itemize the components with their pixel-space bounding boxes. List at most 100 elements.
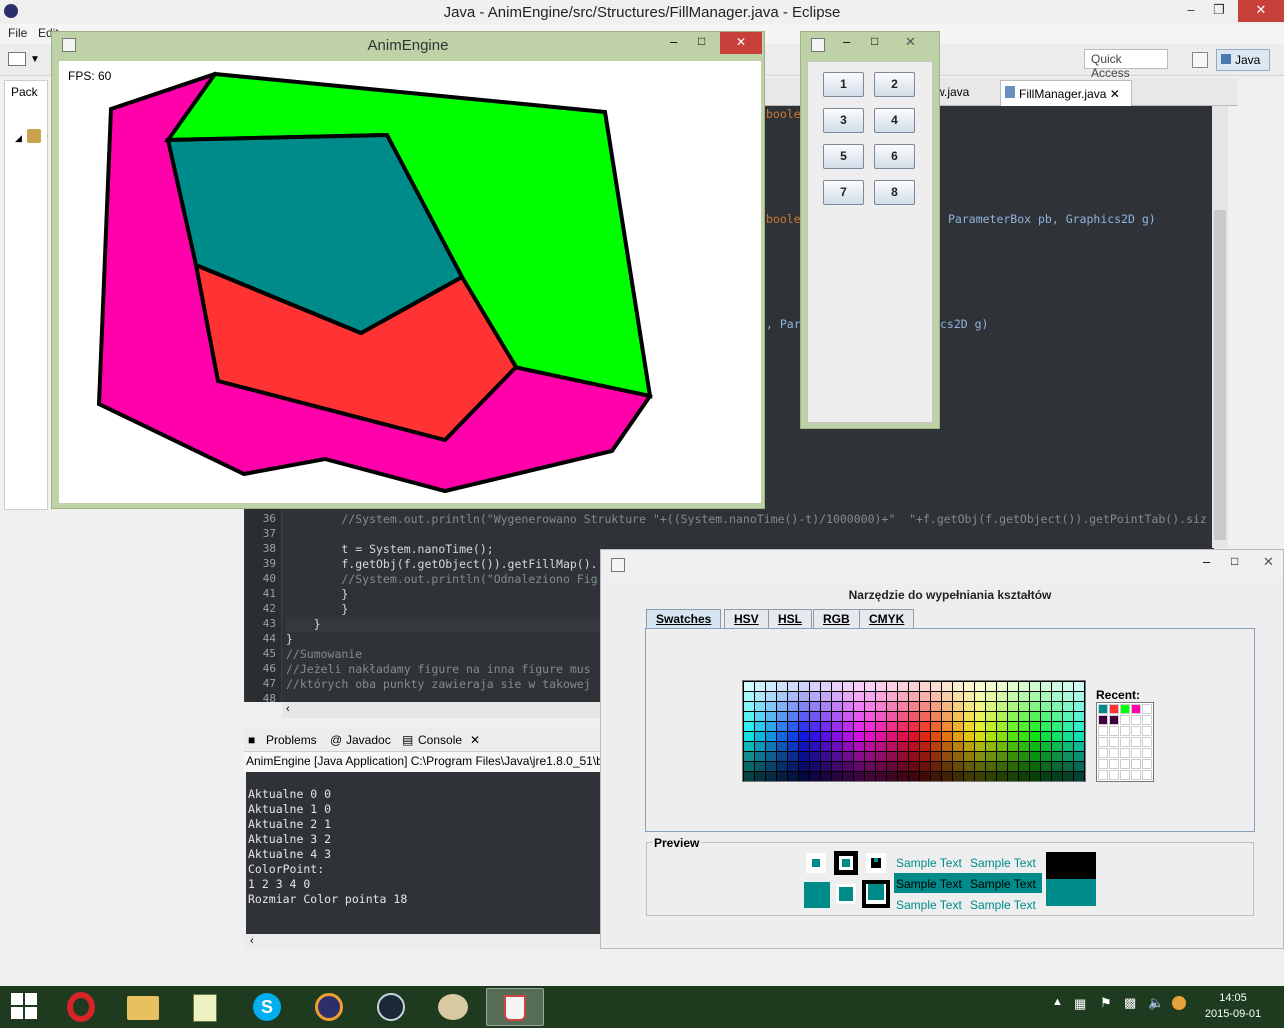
animation-canvas[interactable] [59,61,761,503]
swatch-cell[interactable] [1019,712,1029,721]
swatch-cell[interactable] [788,722,798,731]
maximize-button[interactable]: ❐ [1204,0,1234,22]
swatch-cell[interactable] [997,682,1007,691]
swatch-cell[interactable] [975,732,985,741]
swatch-cell[interactable] [997,732,1007,741]
swatch-cell[interactable] [744,772,754,781]
editor-tab-fillmanager[interactable]: FillManager.java ✕ [1000,80,1132,106]
swatch-cell[interactable] [898,732,908,741]
swatch-cell[interactable] [1008,772,1018,781]
swatch-cell[interactable] [1019,702,1029,711]
swatch-cell[interactable] [1063,722,1073,731]
swatch-cell[interactable] [1063,772,1073,781]
swatch-cell[interactable] [898,742,908,751]
swatch-cell[interactable] [1008,742,1018,751]
swatch-cell[interactable] [810,772,820,781]
swatch-cell[interactable] [1052,712,1062,721]
swatch-cell[interactable] [843,702,853,711]
swatch-cell[interactable] [931,752,941,761]
eclipse-taskbar-button[interactable] [300,988,358,1026]
recent-swatch-cell[interactable] [1131,737,1141,747]
swatch-cell[interactable] [1008,752,1018,761]
swatch-cell[interactable] [788,762,798,771]
swatch-cell[interactable] [777,702,787,711]
swatch-cell[interactable] [986,692,996,701]
swatch-cell[interactable] [766,712,776,721]
swatch-cell[interactable] [766,722,776,731]
swatch-cell[interactable] [1074,762,1084,771]
swatch-cell[interactable] [788,752,798,761]
recent-swatch-cell[interactable] [1131,704,1141,714]
recent-swatch-cell[interactable] [1142,737,1152,747]
swatch-cell[interactable] [997,752,1007,761]
swatch-cell[interactable] [1008,692,1018,701]
swatch-cell[interactable] [997,772,1007,781]
swatch-cell[interactable] [898,702,908,711]
swatch-cell[interactable] [898,712,908,721]
swatch-cell[interactable] [1030,712,1040,721]
swatch-cell[interactable] [931,682,941,691]
swatch-cell[interactable] [975,742,985,751]
swatch-cell[interactable] [799,692,809,701]
swatch-cell[interactable] [975,702,985,711]
tab-hsl[interactable]: HSL [768,609,812,629]
swatch-cell[interactable] [1041,682,1051,691]
swatch-cell[interactable] [1074,682,1084,691]
recent-swatch-cell[interactable] [1098,759,1108,769]
swatch-cell[interactable] [854,762,864,771]
recent-swatch-cell[interactable] [1098,748,1108,758]
swatch-cell[interactable] [1074,692,1084,701]
swatch-cell[interactable] [744,702,754,711]
swatch-cell[interactable] [887,762,897,771]
swatch-cell[interactable] [766,772,776,781]
recent-swatch-cell[interactable] [1131,770,1141,780]
swatch-cell[interactable] [744,722,754,731]
swatch-cell[interactable] [810,702,820,711]
swatch-cell[interactable] [909,742,919,751]
swatch-cell[interactable] [832,702,842,711]
swatch-cell[interactable] [777,742,787,751]
swatch-cell[interactable] [788,702,798,711]
swatch-cell[interactable] [898,722,908,731]
swatch-cell[interactable] [1008,732,1018,741]
swatch-cell[interactable] [964,712,974,721]
swatch-cell[interactable] [1074,742,1084,751]
new-icon[interactable] [8,52,26,66]
maximize-button[interactable]: □ [871,34,878,48]
swatch-cell[interactable] [788,692,798,701]
swatch-cell[interactable] [832,772,842,781]
swatch-cell[interactable] [898,692,908,701]
swatch-cell[interactable] [1030,682,1040,691]
swatch-cell[interactable] [810,682,820,691]
menu-file[interactable]: File [8,26,27,40]
swatch-cell[interactable] [799,682,809,691]
tab-problems[interactable]: Problems [266,733,317,747]
swatch-cell[interactable] [975,722,985,731]
swatch-cell[interactable] [964,762,974,771]
swatch-cell[interactable] [843,712,853,721]
swatch-cell[interactable] [865,752,875,761]
swatch-cell[interactable] [931,692,941,701]
clock[interactable]: 14:05 2015-09-01 [1198,990,1268,1022]
swatch-cell[interactable] [1041,772,1051,781]
swatch-cell[interactable] [942,722,952,731]
editor-scroll-thumb[interactable] [1214,210,1226,540]
swatch-cell[interactable] [777,682,787,691]
swatch-cell[interactable] [1052,702,1062,711]
swatch-cell[interactable] [1030,752,1040,761]
swatch-cell[interactable] [953,772,963,781]
swatch-cell[interactable] [920,712,930,721]
close-console-icon[interactable]: ✕ [470,733,480,747]
swatch-cell[interactable] [854,682,864,691]
swatch-cell[interactable] [1008,762,1018,771]
swatch-cell[interactable] [909,712,919,721]
swatch-cell[interactable] [843,772,853,781]
swatch-cell[interactable] [1030,742,1040,751]
swatch-cell[interactable] [887,712,897,721]
button-6[interactable]: 6 [874,144,915,169]
swatch-cell[interactable] [777,752,787,761]
swatch-cell[interactable] [1030,692,1040,701]
swatch-cell[interactable] [920,682,930,691]
swatch-cell[interactable] [1052,682,1062,691]
recent-swatch-cell[interactable] [1120,704,1130,714]
